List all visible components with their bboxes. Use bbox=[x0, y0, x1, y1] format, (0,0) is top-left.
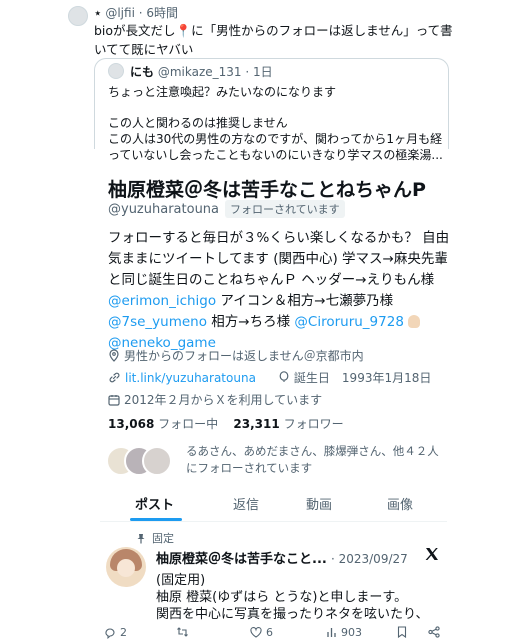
follower-avatar-3 bbox=[142, 446, 172, 476]
quote-line-4: っていないし会ったこともないのにいきなり学マスの極楽湯... bbox=[108, 148, 443, 162]
author-name[interactable]: ⋆ bbox=[94, 6, 102, 20]
quote-line-3: この人は30代の男性の方なのですが、関わってから1ヶ月も経 bbox=[108, 132, 443, 146]
bio-line-4: @erimon_ichigo アイコン＆相方→七瀬夢乃様 bbox=[108, 291, 449, 312]
followed-by-line-2: にフォローされています bbox=[186, 461, 313, 475]
profile-tabs: ポスト 返信 動画 画像 bbox=[108, 494, 438, 520]
separator: · bbox=[245, 65, 250, 79]
mention-erimon[interactable]: @erimon_ichigo bbox=[108, 293, 216, 309]
birthday-text: 誕生日 1993年1月18日 bbox=[293, 371, 432, 385]
bio-line-1: フォローすると毎日が３%くらい楽しくなるかも？ 自由 bbox=[108, 230, 450, 246]
author-handle[interactable]: @ljfii bbox=[105, 6, 135, 20]
pin-icon bbox=[136, 533, 146, 544]
quote-author-name: にも bbox=[130, 65, 155, 79]
balloon-icon bbox=[278, 371, 290, 384]
separator: · bbox=[138, 6, 143, 20]
quote-time: 1日 bbox=[253, 65, 273, 79]
hand-emoji-icon bbox=[408, 315, 421, 328]
pinned-label: 固定 bbox=[152, 532, 174, 545]
reply-count: 2 bbox=[120, 626, 127, 639]
followers-link[interactable]: 23,311 フォロワー bbox=[233, 417, 343, 431]
heart-icon bbox=[250, 627, 262, 638]
pinned-date[interactable]: · 2023/09/27 bbox=[331, 552, 408, 566]
mention-ciroruru[interactable]: @Ciroruru_9728 bbox=[294, 314, 404, 330]
tab-replies[interactable]: 返信 bbox=[233, 494, 259, 513]
quote-header: にも @mikaze_131 · 1日 bbox=[130, 63, 273, 80]
profile-handle-row: @yuzuharatouna フォローされています bbox=[108, 200, 345, 218]
share-icon bbox=[428, 626, 440, 638]
views-chart-icon bbox=[326, 627, 337, 638]
bio-line-4-rest: アイコン＆相方→七瀬夢乃様 bbox=[216, 293, 394, 309]
location-text: 男性からのフォローは返しません＠京都市内 bbox=[124, 349, 364, 363]
following-label: フォロー中 bbox=[158, 417, 219, 431]
location-pin-icon bbox=[108, 349, 120, 362]
views-button[interactable]: 903 bbox=[326, 626, 362, 639]
tab-posts[interactable]: ポスト bbox=[135, 494, 174, 513]
share-button[interactable] bbox=[428, 626, 440, 638]
reply-icon bbox=[104, 627, 116, 639]
followed-by-text[interactable]: るあさん、あめだまさん、膝爆弾さん、他４２人 にフォローされています bbox=[186, 443, 439, 477]
calendar-icon bbox=[108, 394, 120, 406]
followers-count: 23,311 bbox=[233, 417, 280, 431]
bio-line-5: @7se_yumeno 相方→ちろ様 @Ciroruru_9728 bbox=[108, 312, 449, 333]
quote-avatar bbox=[108, 63, 124, 79]
following-link[interactable]: 13,068 フォロー中 bbox=[108, 417, 218, 431]
author-avatar[interactable] bbox=[68, 6, 88, 26]
pinned-avatar[interactable] bbox=[106, 547, 146, 587]
location-row: 男性からのフォローは返しません＠京都市内 bbox=[108, 347, 364, 364]
pinned-avatar-face bbox=[117, 559, 135, 577]
profile-name: 柚原橙菜＠冬は苦手なことねちゃんP bbox=[108, 179, 426, 201]
link-icon bbox=[108, 371, 121, 384]
tweet-header: ⋆ @ljfii · 6時間 bbox=[94, 4, 178, 21]
retweet-icon bbox=[176, 626, 189, 638]
tab-videos[interactable]: 動画 bbox=[306, 494, 332, 513]
joined-text: 2012年２月からＸを利用しています bbox=[124, 393, 323, 407]
x-logo-icon bbox=[425, 547, 439, 561]
tweet-text-line-1: bioが長文だし📍に「男性からのフォローは返しません」って書 bbox=[94, 23, 453, 38]
like-button[interactable]: 6 bbox=[250, 626, 273, 639]
pinned-line-3: 関西を中心に写真を撮ったりネタを呟いたり、 bbox=[156, 607, 429, 622]
quote-line-1: ちょっと注意喚起？みたいなのになります bbox=[108, 85, 337, 99]
follow-counts: 13,068 フォロー中 23,311 フォロワー bbox=[108, 415, 344, 432]
bookmark-icon bbox=[397, 626, 407, 638]
tweet-text-line-2: いてて既にヤバい bbox=[94, 42, 194, 57]
views-count: 903 bbox=[341, 626, 362, 639]
follows-you-badge: フォローされています bbox=[225, 200, 345, 218]
pinned-row: 固定 bbox=[136, 530, 174, 546]
following-count: 13,068 bbox=[108, 417, 155, 431]
profile-handle: @yuzuharatouna bbox=[108, 201, 220, 217]
link-row: lit.link/yuzuharatouna 誕生日 1993年1月18日 bbox=[108, 369, 431, 386]
retweet-button[interactable] bbox=[176, 626, 193, 638]
quote-author-handle: @mikaze_131 bbox=[157, 65, 242, 79]
mention-7se[interactable]: @7se_yumeno bbox=[108, 314, 207, 330]
pinned-author-name[interactable]: 柚原橙菜＠冬は苦手なこと... bbox=[156, 552, 327, 567]
followed-by-avatars[interactable] bbox=[106, 446, 186, 476]
quote-line-2: この人と関わるのは推奨しません bbox=[108, 116, 288, 130]
bio: フォローすると毎日が３%くらい楽しくなるかも？ 自由 気ままにツイートしてます … bbox=[108, 228, 449, 354]
tweet-time[interactable]: 6時間 bbox=[146, 6, 178, 20]
bio-line-5-mid: 相方→ちろ様 bbox=[207, 314, 295, 330]
pinned-header: 柚原橙菜＠冬は苦手なこと... · 2023/09/27 bbox=[156, 548, 408, 567]
profile-link[interactable]: lit.link/yuzuharatouna bbox=[125, 371, 256, 385]
bio-line-3: と同じ誕生日のことねちゃんＰ ヘッダー→えりもん様 bbox=[108, 272, 435, 288]
like-count: 6 bbox=[266, 626, 273, 639]
joined-row: 2012年２月からＸを利用しています bbox=[108, 391, 322, 408]
tabs-divider bbox=[100, 521, 447, 522]
reply-button[interactable]: 2 bbox=[104, 626, 127, 639]
followed-by-line-1: るあさん、あめだまさん、膝爆弾さん、他４２人 bbox=[186, 444, 439, 458]
bio-line-2: 気ままにツイートしてます (関西中心) 学マス→麻央先輩 bbox=[108, 251, 448, 267]
followers-label: フォロワー bbox=[283, 417, 344, 431]
tab-images[interactable]: 画像 bbox=[387, 494, 413, 513]
bookmark-button[interactable] bbox=[397, 626, 407, 638]
